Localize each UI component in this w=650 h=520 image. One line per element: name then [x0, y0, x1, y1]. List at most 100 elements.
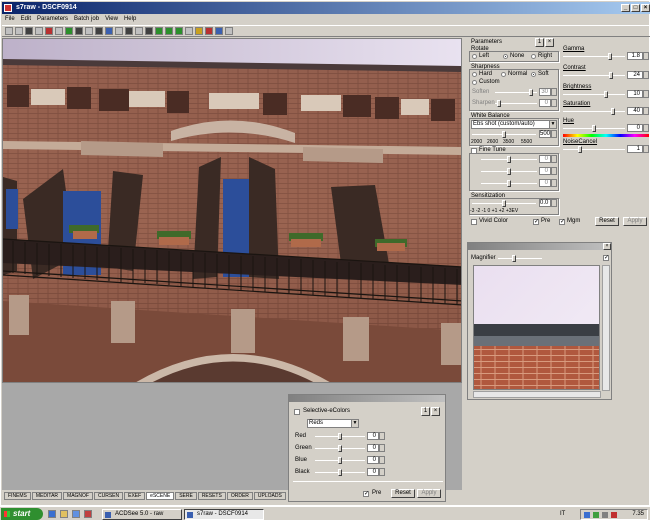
- ie-icon[interactable]: [48, 510, 56, 518]
- antivirus-icon[interactable]: [611, 512, 617, 518]
- white-balance-select[interactable]: Ebs shot (custom/auto) ▼: [471, 120, 557, 129]
- tab-cursen[interactable]: CURSEN: [93, 492, 124, 500]
- fine-tune-spinner-3[interactable]: [551, 179, 557, 187]
- fine-tune-slider-3[interactable]: [481, 180, 537, 187]
- sc-black-slider[interactable]: [315, 469, 365, 476]
- params-pin-button[interactable]: 1: [535, 38, 544, 47]
- selective-colors-checkbox[interactable]: [294, 409, 300, 415]
- menu-batch-job[interactable]: Batch job: [74, 14, 99, 24]
- crop-icon[interactable]: [55, 27, 63, 35]
- sc-blue-value[interactable]: 0: [367, 456, 379, 464]
- magnifier-close-button[interactable]: ×: [603, 243, 611, 250]
- zoom-icon[interactable]: [105, 27, 113, 35]
- histogram-icon[interactable]: [135, 27, 143, 35]
- saturation-thumb[interactable]: [611, 108, 615, 115]
- chevron-down-icon[interactable]: ▼: [351, 420, 358, 427]
- sensitization-spinner[interactable]: [551, 199, 557, 207]
- sharpness-normal-radio[interactable]: [501, 72, 506, 77]
- rotate-none-radio[interactable]: [503, 54, 508, 59]
- settings-icon[interactable]: [185, 27, 193, 35]
- sc-green-value[interactable]: 0: [367, 444, 379, 452]
- sensitization-slider[interactable]: [472, 200, 536, 207]
- apply-button[interactable]: Apply: [623, 217, 647, 226]
- brightness-spinner[interactable]: [643, 90, 649, 98]
- contrast-spinner[interactable]: [643, 71, 649, 79]
- volume-icon[interactable]: [602, 512, 608, 518]
- sharpen-value[interactable]: 0: [539, 99, 551, 107]
- mgm-checkbox[interactable]: ✓: [559, 219, 565, 225]
- batch-icon[interactable]: [35, 27, 43, 35]
- magnifier-h-scrollbar[interactable]: [473, 391, 601, 398]
- gamma-spinner[interactable]: [643, 52, 649, 60]
- sharpen-slider[interactable]: [495, 100, 537, 107]
- save-icon[interactable]: [15, 27, 23, 35]
- about-icon[interactable]: [225, 27, 233, 35]
- menu-parameters[interactable]: Parameters: [37, 14, 68, 24]
- menu-help[interactable]: Help: [124, 14, 136, 24]
- view-3-icon[interactable]: [85, 27, 93, 35]
- brightness-slider[interactable]: [563, 91, 625, 98]
- sharpness-custom-radio[interactable]: [472, 80, 477, 85]
- magnifier-title-bar[interactable]: [468, 243, 611, 250]
- view-1-icon[interactable]: [65, 27, 73, 35]
- selective-colors-pin-button[interactable]: 1: [421, 407, 430, 416]
- noise-cancel-slider[interactable]: [563, 146, 625, 153]
- tab-order[interactable]: ORDER: [226, 492, 253, 500]
- white-balance-slider[interactable]: [472, 131, 536, 138]
- print-icon[interactable]: [25, 27, 33, 35]
- language-indicator[interactable]: IT: [560, 511, 565, 518]
- tab-escene[interactable]: eSCENE: [146, 492, 175, 500]
- title-bar[interactable]: s7raw - DSCF0914 _ □ ×: [2, 2, 650, 14]
- view-4-icon[interactable]: [95, 27, 103, 35]
- saturation-value[interactable]: 40: [627, 107, 643, 115]
- hue-slider[interactable]: [563, 125, 625, 132]
- noise-cancel-value[interactable]: 1: [627, 145, 643, 153]
- tab-meditar[interactable]: MEDITAR: [31, 492, 63, 500]
- saturation-slider[interactable]: [563, 108, 625, 115]
- magnifier-checkbox[interactable]: ✓: [603, 255, 609, 261]
- magnifier-scrollbar[interactable]: [602, 265, 610, 391]
- color-icon[interactable]: [195, 27, 203, 35]
- fine-tune-slider-2[interactable]: [481, 168, 537, 175]
- task-acdsee[interactable]: ACDSee 5.0 - raw: [102, 509, 182, 520]
- desktop-icon[interactable]: [72, 510, 80, 518]
- maximize-button[interactable]: □: [631, 4, 640, 12]
- tab-sere[interactable]: SERE: [175, 492, 197, 500]
- menu-file[interactable]: File: [5, 14, 15, 24]
- tab-magnof[interactable]: MAGNOF: [63, 492, 93, 500]
- magnifier-zoom-slider[interactable]: [498, 255, 542, 262]
- folder-icon[interactable]: [60, 510, 68, 518]
- fine-tune-slider-1[interactable]: [481, 156, 537, 163]
- gamma-slider[interactable]: [563, 53, 625, 60]
- tab-finems[interactable]: FINEMS: [4, 492, 31, 500]
- contrast-thumb[interactable]: [609, 72, 613, 79]
- sc-pre-checkbox[interactable]: ✓: [363, 491, 369, 497]
- grid-icon[interactable]: [145, 27, 153, 35]
- noise-cancel-spinner[interactable]: [643, 145, 649, 153]
- green-3-icon[interactable]: [175, 27, 183, 35]
- sc-red-value[interactable]: 0: [367, 432, 379, 440]
- contrast-value[interactable]: 24: [627, 71, 643, 79]
- selective-colors-title-bar[interactable]: [289, 395, 445, 402]
- menu-edit[interactable]: Edit: [21, 14, 31, 24]
- hue-thumb[interactable]: [592, 125, 596, 132]
- sharpen-spinner[interactable]: [551, 99, 557, 107]
- sc-reset-button[interactable]: Reset: [391, 489, 415, 498]
- palette-icon[interactable]: [205, 27, 213, 35]
- pre-checkbox[interactable]: ✓: [533, 219, 539, 225]
- magnifier-view[interactable]: [473, 265, 600, 390]
- fine-tune-spinner-2[interactable]: [551, 167, 557, 175]
- gamma-value[interactable]: 1.8: [627, 52, 643, 60]
- selective-colors-close-button[interactable]: ×: [431, 407, 440, 416]
- photo-preview[interactable]: [2, 38, 462, 383]
- sc-black-spinner[interactable]: [379, 468, 385, 476]
- clock[interactable]: 7.35: [632, 510, 644, 519]
- task-s7raw[interactable]: s7raw - DSCF0914: [184, 509, 264, 520]
- soften-value[interactable]: 30: [539, 88, 551, 96]
- params-close-button[interactable]: ×: [545, 38, 554, 47]
- soften-spinner[interactable]: [551, 88, 557, 96]
- sc-red-slider[interactable]: [315, 433, 365, 440]
- fine-tune-spinner-1[interactable]: [551, 155, 557, 163]
- sc-apply-button[interactable]: Apply: [417, 489, 441, 498]
- sc-black-value[interactable]: 0: [367, 468, 379, 476]
